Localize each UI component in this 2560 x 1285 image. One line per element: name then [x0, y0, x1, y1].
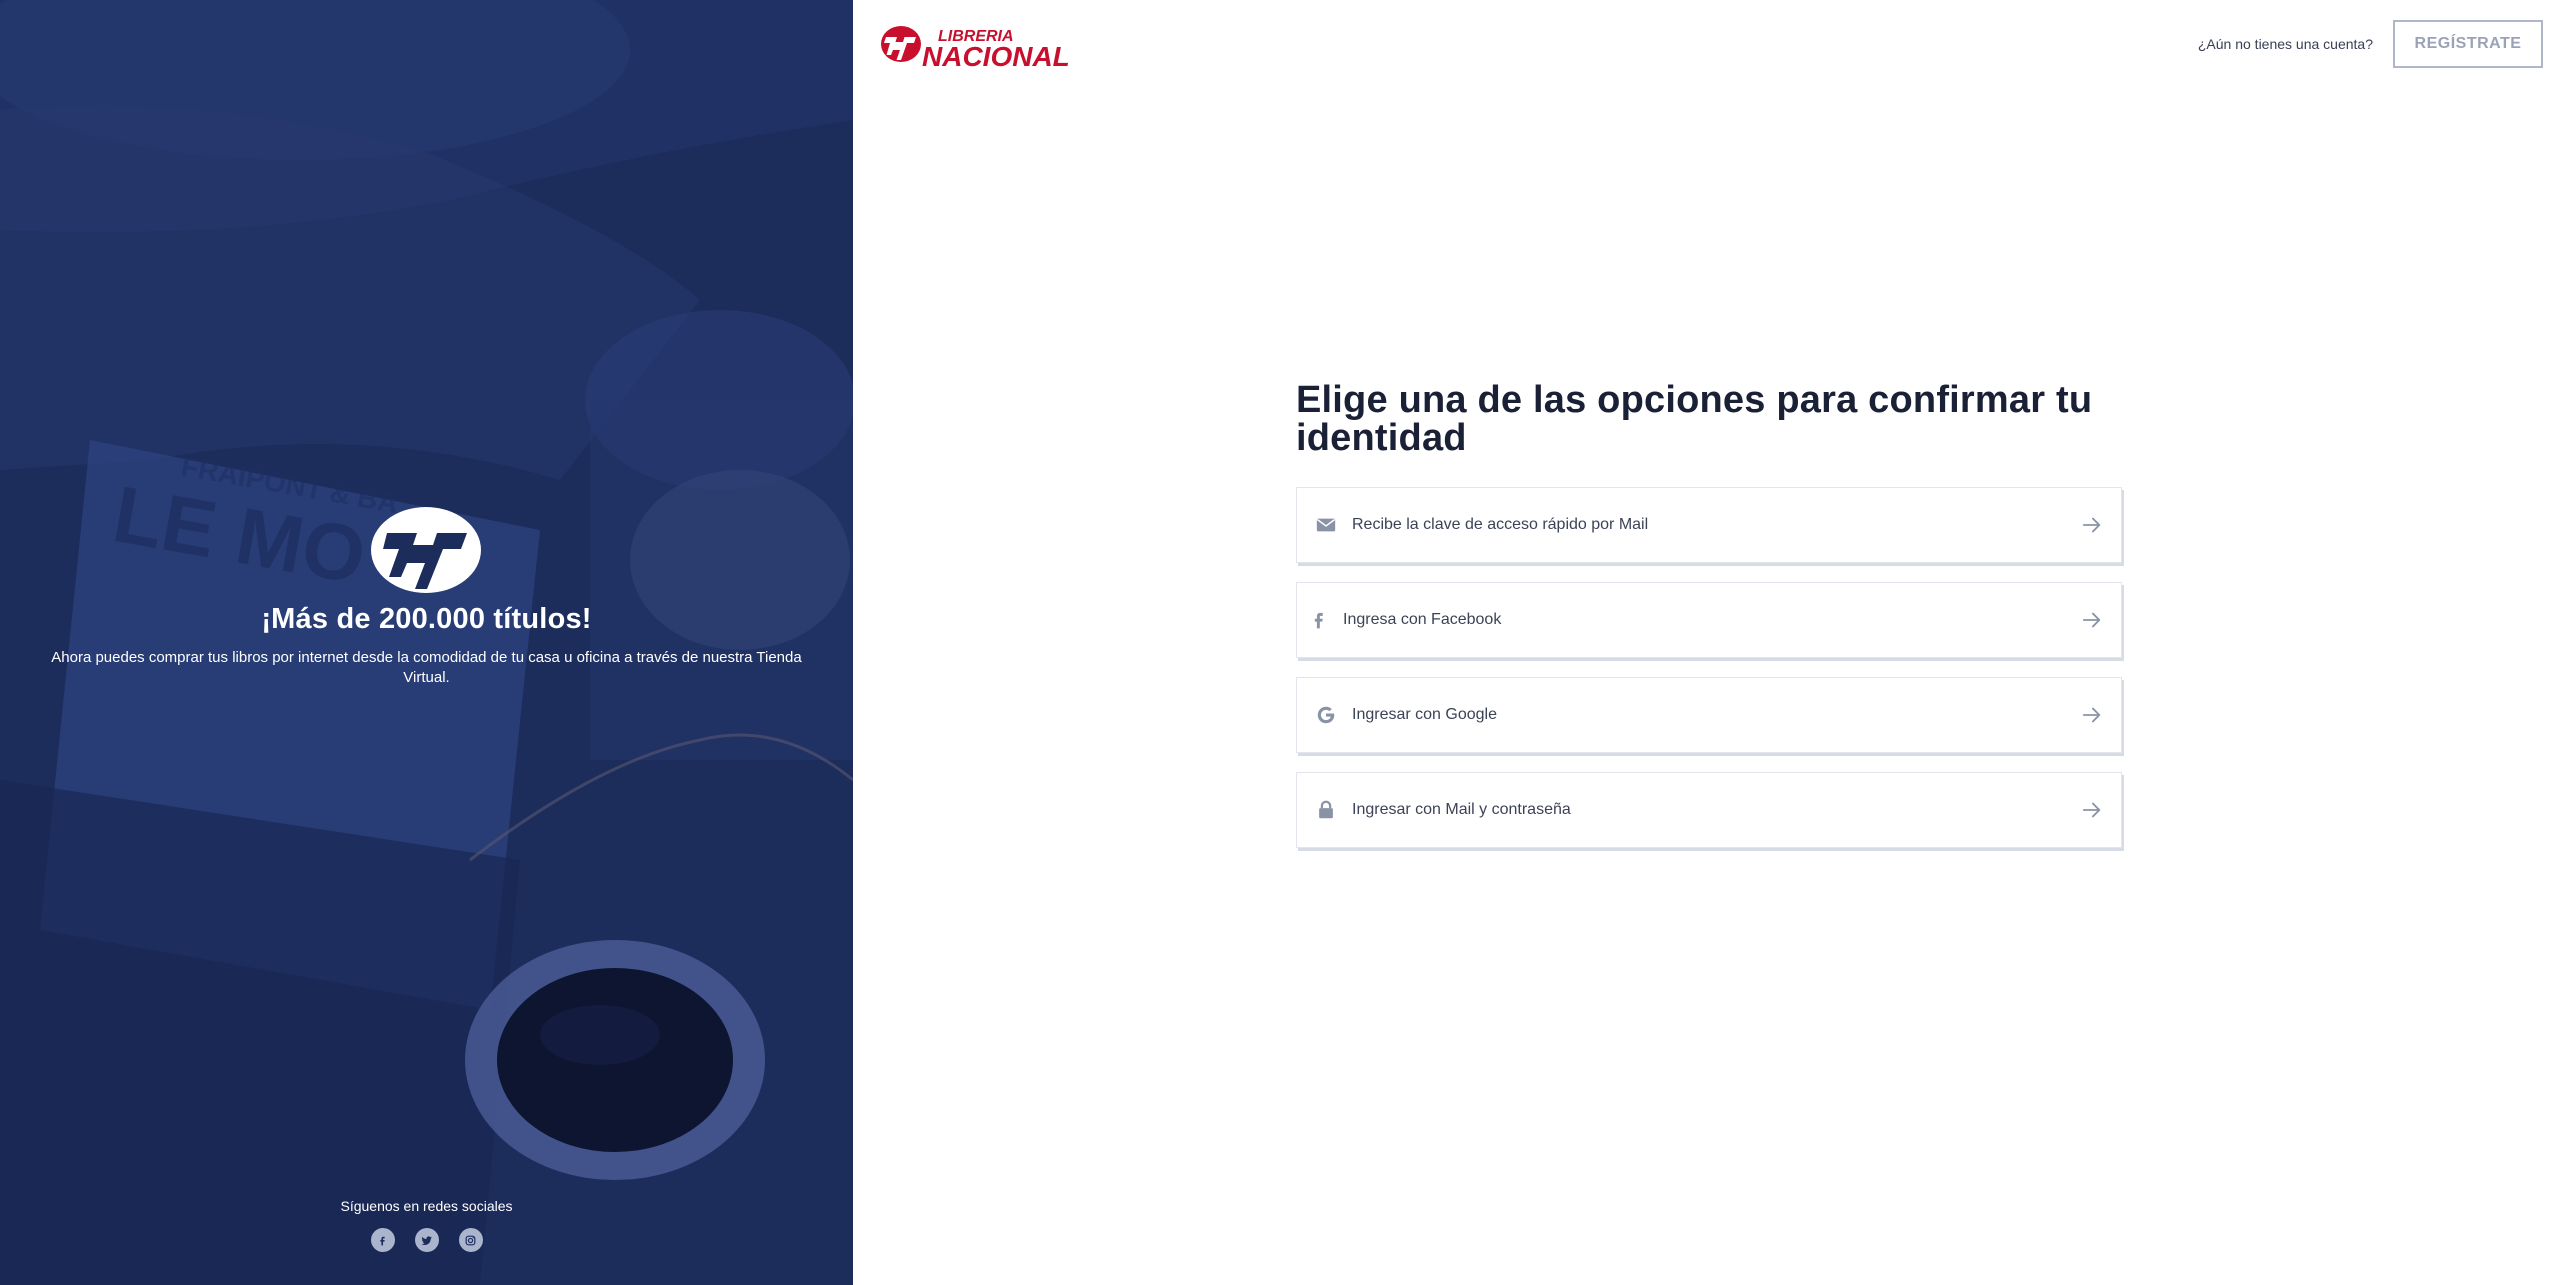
option-mail-quick-access[interactable]: Recibe la clave de acceso rápido por Mai… [1296, 487, 2122, 563]
social-label: Síguenos en redes sociales [340, 1198, 513, 1214]
arrow-right-icon [2082, 517, 2101, 533]
auth-options-box: Elige una de las opciones para confirmar… [1296, 381, 2123, 848]
brand-logo-line2: NACIONAL [922, 41, 1070, 68]
lock-icon [1314, 798, 1338, 822]
arrow-right-icon [2082, 612, 2101, 628]
brand-emblem-icon [371, 507, 481, 593]
instagram-link[interactable] [458, 1228, 483, 1252]
promo-title: ¡Más de 200.000 títulos! [261, 603, 592, 635]
option-label: Ingresar con Google [1352, 706, 1497, 723]
brand-logo[interactable]: LIBRERIA NACIONAL [880, 22, 1090, 68]
envelope-icon [1314, 513, 1338, 537]
auth-panel: LIBRERIA NACIONAL ¿Aún no tienes una cue… [853, 0, 2560, 1285]
page-title: Elige una de las opciones para confirmar… [1296, 379, 2093, 459]
option-label: Ingresa con Facebook [1343, 611, 1502, 628]
arrow-right-icon [2082, 707, 2101, 723]
facebook-icon [1309, 608, 1329, 632]
option-label: Ingresar con Mail y contraseña [1352, 801, 1571, 818]
facebook-icon [380, 1236, 385, 1245]
promo-block: ¡Más de 200.000 títulos! Ahora puedes co… [0, 505, 853, 688]
social-icons [0, 1228, 853, 1252]
twitter-icon [421, 1235, 432, 1245]
option-label: Recibe la clave de acceso rápido por Mai… [1352, 516, 1649, 533]
no-account-text: ¿Aún no tienes una cuenta? [2197, 36, 2373, 52]
option-facebook-login[interactable]: Ingresa con Facebook [1296, 582, 2122, 658]
google-icon [1314, 703, 1338, 727]
promo-text: Ahora puedes comprar tus libros por inte… [51, 649, 802, 686]
header-actions: ¿Aún no tienes una cuenta? REGÍSTRATE [2198, 20, 2543, 68]
promo-panel: LE MO FRAIPONT & BA ¡Más de 200.000 títu… [0, 0, 853, 1285]
arrow-right-icon [2082, 802, 2101, 818]
register-button[interactable]: REGÍSTRATE [2393, 20, 2543, 68]
social-block: Síguenos en redes sociales [0, 1198, 853, 1252]
facebook-link[interactable] [370, 1228, 395, 1252]
option-google-login[interactable]: Ingresar con Google [1296, 677, 2122, 753]
instagram-icon [465, 1235, 476, 1245]
twitter-link[interactable] [414, 1228, 439, 1252]
auth-options-list: Recibe la clave de acceso rápido por Mai… [1296, 487, 2123, 848]
option-mail-password-login[interactable]: Ingresar con Mail y contraseña [1296, 772, 2122, 848]
